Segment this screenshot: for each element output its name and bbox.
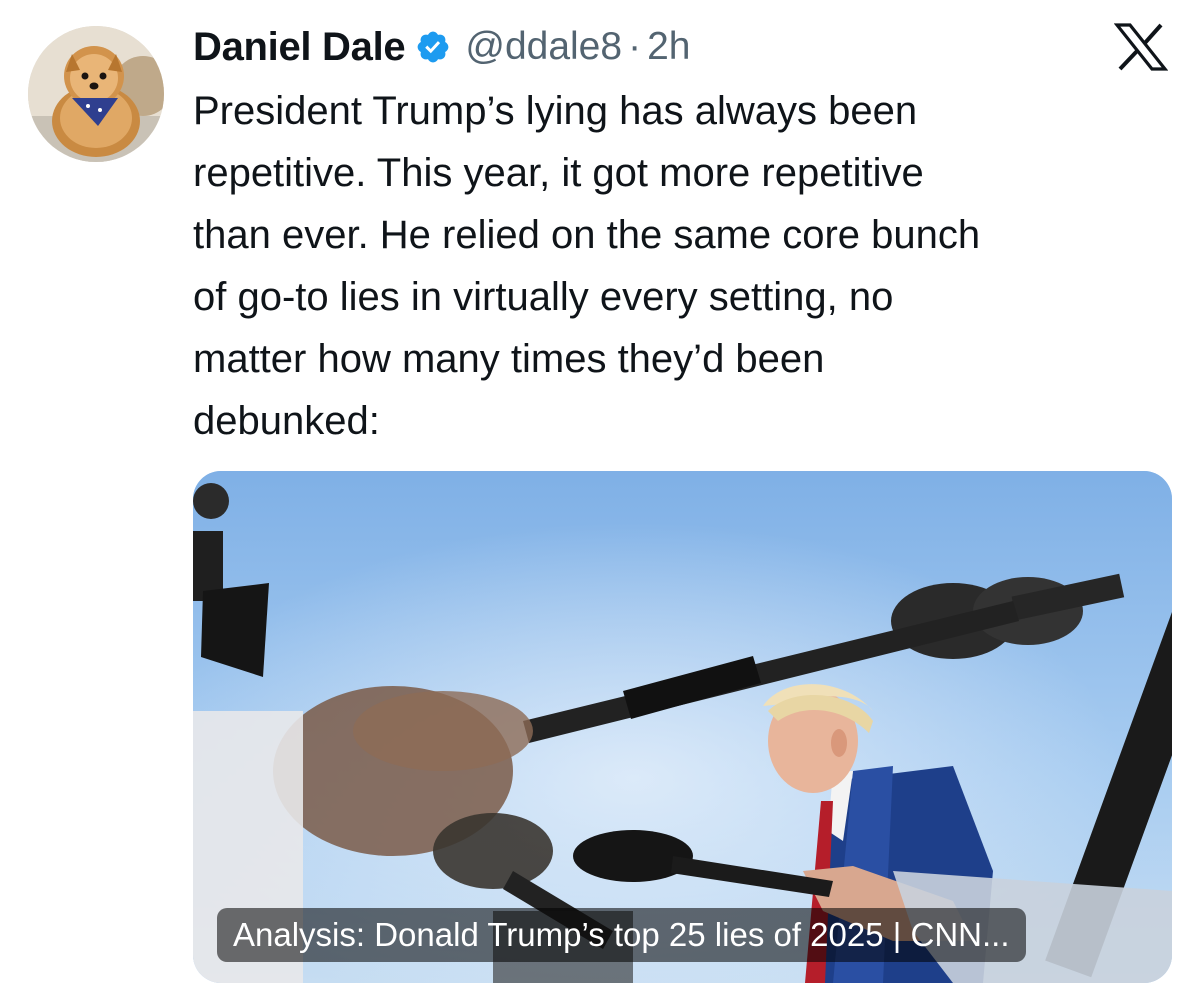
user-handle[interactable]: @ddale8 [465,25,622,69]
header-separator: · [628,25,642,68]
article-image [193,471,1172,983]
timestamp[interactable]: 2h [647,25,690,69]
x-logo-icon [1113,22,1169,72]
tweet-text: President Trump’s lying has always been … [193,89,981,443]
avatar-photo [28,26,164,162]
tweet-card[interactable]: Daniel Dale @ddale8 · 2h President Trump… [0,0,1200,999]
verified-badge-icon [415,29,451,65]
tweet-header: Daniel Dale @ddale8 · 2h [193,20,690,74]
display-name[interactable]: Daniel Dale [193,25,406,70]
avatar[interactable] [28,26,164,162]
link-card-caption[interactable]: Analysis: Donald Trump’s top 25 lies of … [217,908,1026,962]
link-card[interactable]: Analysis: Donald Trump’s top 25 lies of … [193,471,1172,983]
